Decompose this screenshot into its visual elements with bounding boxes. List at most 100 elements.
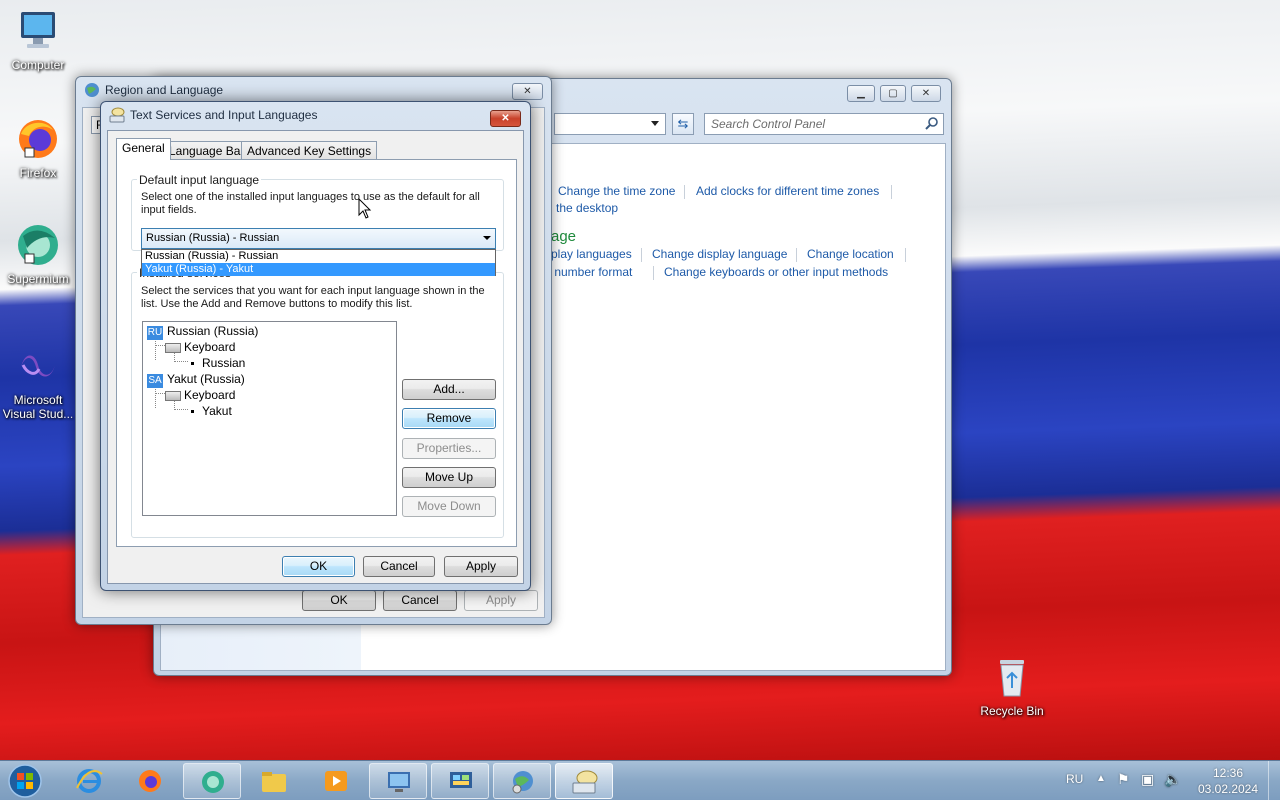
apply-button[interactable]: Apply [444,556,518,577]
properties-button[interactable]: Properties... [402,438,496,459]
link-number-format[interactable]: r number format [547,265,632,279]
remote-desktop-icon [388,772,410,792]
apply-button[interactable]: Apply [464,590,538,611]
taskbar-supermium[interactable] [183,763,241,799]
tree-node-category[interactable]: Keyboard [165,388,235,402]
link-separator [796,248,797,262]
cancel-button[interactable]: Cancel [383,590,457,611]
close-button[interactable]: ✕ [512,83,543,100]
tree-node-label: Keyboard [184,388,236,402]
keyboard-icon [165,390,181,401]
link-change-location[interactable]: Change location [807,247,894,261]
start-button[interactable] [4,763,46,799]
add-button[interactable]: Add... [402,379,496,400]
close-button[interactable]: ✕ [911,85,941,102]
ok-button[interactable]: OK [302,590,376,611]
chevron-down-icon[interactable] [651,121,659,126]
default-language-dropdown[interactable]: Russian (Russia) - Russian Yakut (Russia… [141,249,496,276]
language-badge-icon: SA [147,374,163,388]
desktop-icon-computer[interactable]: Computer [0,8,76,72]
tree-node-layout[interactable]: Russian [191,356,245,370]
volume-muted-icon[interactable]: 🔈 [1164,771,1181,788]
control-panel-icon [450,772,472,788]
network-icon[interactable]: ▣ [1141,771,1154,788]
window-titlebar[interactable]: Region and Language [76,77,551,103]
category-heading[interactable]: age [551,228,576,245]
input-language-indicator[interactable]: RU [1066,772,1083,786]
link-languages[interactable]: play languages [551,247,632,261]
default-input-description: Select one of the installed input langua… [141,191,480,216]
keyboard-icon [109,107,125,123]
desktop-icon-firefox[interactable]: Firefox [0,116,76,180]
tab-language-bar[interactable]: Language Bar [163,141,251,159]
tree-node-layout[interactable]: Yakut [191,404,232,418]
move-down-button[interactable]: Move Down [402,496,496,517]
taskbar-firefox[interactable] [121,763,179,799]
taskbar-media-player[interactable] [307,763,365,799]
desktop-icon-visual-studio[interactable]: Microsoft Visual Stud... [0,343,76,421]
search-icon[interactable] [925,116,939,130]
tree-node-label: Yakut [202,404,232,418]
search-placeholder: Search Control Panel [711,117,826,131]
clock-time: 12:36 [1212,766,1244,780]
window-titlebar[interactable]: Text Services and Input Languages [101,102,530,128]
desktop-icon-label: Firefox [19,166,57,180]
tree-node-language[interactable]: RU Russian (Russia) [147,324,258,340]
default-language-combo[interactable]: Russian (Russia) - Russian [141,228,496,249]
action-center-flag-icon[interactable]: ⚑ [1117,771,1130,788]
taskbar-text-services[interactable] [555,763,613,799]
minimize-button[interactable]: ▁ [847,85,875,102]
tree-node-label: Keyboard [184,340,236,354]
link-separator [905,248,906,262]
tab-general[interactable]: General [116,138,171,160]
desktop-icon-recycle-bin[interactable]: Recycle Bin [974,654,1050,718]
tree-node-category[interactable]: Keyboard [165,340,235,354]
taskbar-clock[interactable]: 12:36 03.02.2024 [1196,765,1260,797]
link-change-display-language[interactable]: Change display language [652,247,787,261]
link-separator [891,185,892,199]
dropdown-option-selected[interactable]: Yakut (Russia) - Yakut [142,263,495,276]
file-explorer-icon [262,772,286,792]
address-bar[interactable] [554,113,666,135]
tree-node-label: Yakut (Russia) [167,372,245,386]
link-desktop[interactable]: the desktop [556,201,618,215]
refresh-icon[interactable]: ⇆ [672,113,694,135]
supermium-icon [15,222,61,268]
text-services-dialog[interactable]: Text Services and Input Languages ✕ Gene… [100,101,531,591]
installed-services-tree[interactable]: RU Russian (Russia) Keyboard Russian SA Ya… [142,321,397,516]
maximize-button[interactable]: ▢ [880,85,906,102]
dropdown-option[interactable]: Russian (Russia) - Russian [142,250,495,263]
language-badge-icon: RU [147,326,163,340]
installed-services-description: Select the services that you want for ea… [141,285,485,310]
close-button[interactable]: ✕ [490,110,521,127]
desktop-icon-label: Microsoft Visual Stud... [2,393,74,421]
tree-node-label: Russian [202,356,246,370]
show-desktop-button[interactable] [1268,761,1280,800]
taskbar-control-panel[interactable] [431,763,489,799]
show-hidden-icons-chevron-up-icon[interactable]: ▲ [1096,773,1106,784]
tree-line [155,338,156,360]
window-title: Region and Language [105,83,224,97]
link-separator [641,248,642,262]
taskbar-file-explorer[interactable] [245,763,303,799]
link-add-clocks[interactable]: Add clocks for different time zones [696,184,879,198]
media-player-icon [325,771,347,791]
tab-advanced-key-settings[interactable]: Advanced Key Settings [241,141,378,159]
desktop-icon-supermium[interactable]: Supermium [0,222,76,286]
tree-line [155,393,165,394]
tree-line [174,409,188,410]
tree-node-language[interactable]: SA Yakut (Russia) [147,372,245,388]
cancel-button[interactable]: Cancel [363,556,435,577]
ok-button[interactable]: OK [282,556,355,577]
link-change-keyboards[interactable]: Change keyboards or other input methods [664,265,888,279]
link-change-time-zone[interactable]: Change the time zone [558,184,675,198]
taskbar-region-language[interactable] [493,763,551,799]
taskbar-remote-desktop[interactable] [369,763,427,799]
chevron-down-icon[interactable] [483,236,491,240]
taskbar-internet-explorer[interactable] [60,763,118,799]
move-up-button[interactable]: Move Up [402,467,496,488]
taskbar: RU ▲ ⚑ ▣ 🔈 12:36 03.02.2024 [0,760,1280,800]
remove-button[interactable]: Remove [402,408,496,429]
recycle-bin-icon [989,654,1035,700]
search-input[interactable]: Search Control Panel [704,113,944,135]
